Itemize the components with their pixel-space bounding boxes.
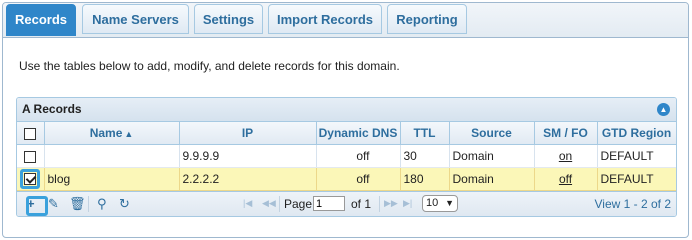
grid-pager: + ✎ 🗑 ⚲ ↻ |◀ ◀◀ Page of 1 ▶▶ ▶| 10▼ View…	[17, 191, 676, 216]
table-row[interactable]: 9.9.9.9 off 30 Domain on DEFAULT	[17, 144, 676, 168]
cell-smfo[interactable]: off	[534, 167, 598, 191]
sort-asc-icon: ▲	[124, 129, 134, 139]
tab-settings[interactable]: Settings	[194, 4, 263, 34]
page-size-select[interactable]: 10 ▼	[422, 195, 458, 212]
pager-divider	[379, 196, 380, 212]
cell-dynamic-dns: off	[316, 167, 401, 191]
column-header-gtd-region[interactable]: GTD Region	[597, 122, 676, 145]
tab-reporting[interactable]: Reporting	[387, 4, 467, 34]
grid-title: A Records	[22, 102, 82, 116]
search-icon[interactable]: ⚲	[97, 196, 107, 212]
select-all-header[interactable]	[17, 122, 45, 145]
cell-source: Domain	[449, 144, 535, 168]
toolbar-divider	[88, 196, 89, 212]
edit-button-highlight	[26, 196, 48, 216]
tab-records[interactable]: Records	[6, 4, 76, 36]
view-count-text: View 1 - 2 of 2	[594, 197, 672, 211]
intro-text: Use the tables below to add, modify, and…	[19, 59, 400, 73]
header-row: Name ▲ IP Dynamic DNS TTL Source SM / FO …	[17, 122, 676, 145]
cell-gtd-region: DEFAULT	[597, 144, 676, 168]
smfo-link[interactable]: off	[559, 172, 572, 186]
cell-source: Domain	[449, 167, 535, 191]
row-checkbox[interactable]	[24, 173, 37, 185]
smfo-link[interactable]: on	[559, 149, 572, 163]
row-select-cell[interactable]	[17, 144, 45, 168]
cell-name: blog	[44, 167, 180, 191]
refresh-icon[interactable]: ↻	[119, 196, 130, 212]
checkbox-highlight	[20, 169, 41, 189]
edit-icon[interactable]: ✎	[48, 196, 59, 212]
trash-icon[interactable]: 🗑	[69, 196, 86, 212]
chevron-down-icon: ▼	[445, 198, 454, 208]
cell-name	[44, 144, 180, 168]
cell-gtd-region: DEFAULT	[597, 167, 676, 191]
cell-ip: 2.2.2.2	[179, 167, 317, 191]
cell-ttl: 180	[400, 167, 450, 191]
row-select-cell[interactable]	[17, 167, 45, 191]
column-header-source[interactable]: Source	[449, 122, 535, 145]
collapse-icon[interactable]: ▲	[657, 103, 670, 116]
column-header-ttl[interactable]: TTL	[400, 122, 450, 145]
tab-bar: Records Name Servers Settings Import Rec…	[3, 3, 688, 38]
cell-ttl: 30	[400, 144, 450, 168]
grid-caption: A Records ▲	[17, 98, 676, 122]
column-header-smfo[interactable]: SM / FO	[534, 122, 598, 145]
prev-page-icon[interactable]: ◀◀	[262, 198, 276, 209]
page-label: Page	[284, 197, 313, 211]
pager-divider	[279, 196, 280, 212]
last-page-icon[interactable]: ▶|	[403, 198, 412, 209]
select-all-checkbox[interactable]	[24, 127, 37, 140]
first-page-icon[interactable]: |◀	[243, 198, 252, 209]
page-number-input[interactable]	[313, 196, 345, 211]
next-page-icon[interactable]: ▶▶	[384, 198, 398, 209]
column-header-ip[interactable]: IP	[179, 122, 317, 145]
a-records-grid: A Records ▲ Name ▲ IP Dynamic DNS TTL Sou…	[16, 97, 677, 217]
tab-import-records[interactable]: Import Records	[268, 4, 382, 34]
records-table: Name ▲ IP Dynamic DNS TTL Source SM / FO …	[17, 122, 676, 191]
table-row[interactable]: blog 2.2.2.2 off 180 Domain off DEFAULT	[17, 167, 676, 191]
cell-smfo[interactable]: on	[534, 144, 598, 168]
page-count-label: of 1	[351, 197, 372, 211]
column-header-dynamic-dns[interactable]: Dynamic DNS	[316, 122, 401, 145]
row-checkbox[interactable]	[24, 150, 37, 163]
cell-dynamic-dns: off	[316, 144, 401, 168]
tab-name-servers[interactable]: Name Servers	[82, 4, 189, 34]
column-header-name[interactable]: Name ▲	[44, 122, 180, 145]
cell-ip: 9.9.9.9	[179, 144, 317, 168]
